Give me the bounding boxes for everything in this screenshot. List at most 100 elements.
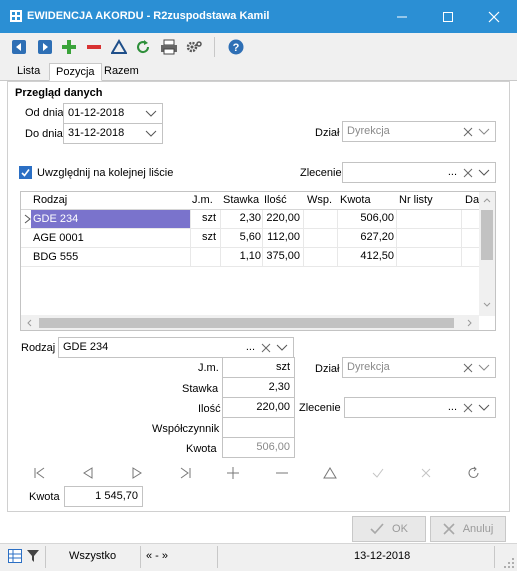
col-header-nr-listy[interactable]: Nr listy	[399, 194, 433, 206]
cell-rodzaj[interactable]: GDE 234	[31, 210, 190, 228]
cell-rodzaj[interactable]: BDG 555	[33, 251, 78, 263]
detail-order-select[interactable]: ...	[344, 397, 496, 418]
scrollbar-thumb[interactable]	[481, 210, 493, 260]
delete-record-button[interactable]	[274, 465, 290, 481]
detail-order-browse-icon[interactable]: ...	[448, 401, 457, 413]
col-header-wsp[interactable]: Wsp.	[307, 194, 332, 206]
order-label: Zlecenie	[300, 167, 342, 179]
scroll-left-icon[interactable]	[26, 319, 32, 327]
kwota-field: 506,00	[222, 437, 295, 458]
settings-button[interactable]	[185, 38, 203, 56]
clear-icon[interactable]	[463, 168, 473, 178]
cell-jm[interactable]: szt	[202, 231, 216, 243]
cancel-x-icon	[443, 523, 455, 535]
resize-grip-icon[interactable]	[503, 557, 515, 569]
detail-dept-select[interactable]: Dyrekcja	[342, 357, 496, 378]
refresh-button[interactable]	[134, 38, 152, 56]
first-record-button[interactable]	[32, 465, 48, 481]
include-next-checkbox[interactable]	[19, 166, 32, 179]
insert-record-button[interactable]	[225, 465, 241, 481]
to-date-input[interactable]: 31-12-2018	[63, 123, 163, 144]
clear-icon[interactable]	[261, 343, 271, 353]
window-title: EWIDENCJA AKORDU - R2zuspodstawa Kamil	[27, 10, 270, 22]
cell-ilosc[interactable]: 112,00	[264, 231, 300, 243]
jm-label: J.m.	[198, 362, 219, 374]
ok-label: OK	[392, 523, 408, 535]
cell-stawka[interactable]: 5,60	[223, 231, 261, 243]
nav-back-button[interactable]	[10, 38, 28, 56]
filter-funnel-icon[interactable]	[27, 549, 39, 563]
last-record-button[interactable]	[177, 465, 193, 481]
cell-ilosc[interactable]: 375,00	[264, 250, 300, 262]
clear-icon[interactable]	[463, 403, 473, 413]
nav-forward-button[interactable]	[36, 38, 54, 56]
cell-jm[interactable]: szt	[202, 212, 216, 224]
help-icon: ?	[228, 39, 244, 55]
grid-view-icon[interactable]	[8, 549, 22, 563]
total-label: Kwota	[29, 491, 60, 503]
filter-button[interactable]	[110, 38, 128, 56]
cell-ilosc[interactable]: 220,00	[264, 212, 300, 224]
rodzaj-select[interactable]: GDE 234 ...	[58, 337, 294, 358]
chevron-down-icon	[478, 404, 490, 411]
close-button[interactable]	[471, 0, 517, 33]
horizontal-scrollbar[interactable]	[21, 315, 479, 330]
order-select[interactable]: ...	[342, 162, 496, 183]
col-header-jm[interactable]: J.m.	[192, 194, 213, 206]
wsp-field[interactable]	[222, 417, 295, 438]
clear-icon[interactable]	[463, 363, 473, 373]
col-header-stawka[interactable]: Stawka	[223, 194, 259, 206]
status-range[interactable]: « - »	[146, 550, 168, 562]
check-icon	[370, 523, 384, 535]
vertical-scrollbar[interactable]	[479, 192, 495, 316]
ilosc-field[interactable]: 220,00	[222, 397, 295, 418]
scroll-right-icon[interactable]	[467, 319, 473, 327]
print-icon	[161, 39, 177, 55]
tab-lista[interactable]: Lista	[11, 63, 46, 81]
cell-stawka[interactable]: 1,10	[223, 250, 261, 262]
table-row[interactable]: AGE 0001 szt 5,60 112,00 627,20	[21, 229, 495, 248]
from-date-input[interactable]: 01-12-2018	[63, 103, 163, 124]
help-button[interactable]: ?	[227, 38, 245, 56]
tab-pozycja[interactable]: Pozycja	[49, 63, 102, 81]
col-header-ilosc[interactable]: Ilość	[264, 194, 287, 206]
scroll-up-icon[interactable]	[483, 197, 491, 203]
cancel-record-button[interactable]	[418, 465, 434, 481]
clear-icon[interactable]	[463, 127, 473, 137]
rodzaj-label: Rodzaj	[21, 342, 56, 354]
ok-button[interactable]: OK	[352, 516, 426, 542]
col-header-kwota[interactable]: Kwota	[340, 194, 371, 206]
app-icon	[10, 10, 22, 22]
print-button[interactable]	[160, 38, 178, 56]
order-browse-icon[interactable]: ...	[448, 166, 457, 178]
next-record-button[interactable]	[129, 465, 145, 481]
col-header-data[interactable]: Da	[465, 194, 479, 206]
cell-kwota[interactable]: 627,20	[340, 231, 394, 243]
refresh-record-button[interactable]	[466, 465, 482, 481]
col-divider	[461, 210, 462, 267]
cell-kwota[interactable]: 412,50	[340, 250, 394, 262]
cell-stawka[interactable]: 2,30	[223, 212, 261, 224]
tab-razem[interactable]: Razem	[98, 63, 145, 81]
hscrollbar-thumb[interactable]	[39, 318, 454, 328]
items-grid: Rodzaj J.m. Stawka Ilość Wsp. Kwota Nr l…	[20, 191, 496, 331]
maximize-button[interactable]	[425, 0, 471, 33]
stawka-field[interactable]: 2,30	[222, 377, 295, 398]
scroll-down-icon[interactable]	[483, 302, 491, 308]
add-button[interactable]	[60, 38, 78, 56]
dept-select[interactable]: Dyrekcja	[342, 121, 496, 142]
jm-field[interactable]: szt	[222, 357, 295, 378]
minimize-button[interactable]	[379, 0, 425, 33]
remove-button[interactable]	[85, 38, 103, 56]
rodzaj-browse-icon[interactable]: ...	[246, 341, 255, 353]
col-header-rodzaj[interactable]: Rodzaj	[33, 194, 67, 206]
post-record-button[interactable]	[370, 465, 386, 481]
prev-record-button[interactable]	[80, 465, 96, 481]
table-row[interactable]: BDG 555 1,10 375,00 412,50	[21, 248, 495, 267]
cancel-button[interactable]: Anuluj	[430, 516, 506, 542]
status-filter[interactable]: Wszystko	[69, 550, 116, 562]
cell-rodzaj[interactable]: AGE 0001	[33, 232, 84, 244]
table-row[interactable]: GDE 234 szt 2,30 220,00 506,00	[21, 210, 495, 229]
edit-record-button[interactable]	[322, 465, 338, 481]
cell-kwota[interactable]: 506,00	[340, 212, 394, 224]
